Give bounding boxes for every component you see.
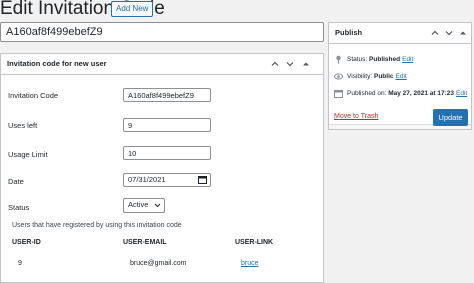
edit-status-link[interactable]: Edit [402,56,413,63]
metabox-title: Invitation code for new user [7,59,107,68]
publish-box: Publish Status: Published Edit Visibilit… [328,22,472,130]
chevron-down-icon[interactable] [285,59,295,69]
publish-date-row: Published on: May 27, 2021 at 17:23 Edit [334,89,467,98]
invitation-code-field[interactable] [123,88,211,102]
pin-icon [336,55,341,64]
published-label: Published on: [347,90,387,97]
chevron-up-icon[interactable] [270,59,280,69]
uses-left-label: Uses left [8,121,38,130]
add-new-button[interactable]: Add New [111,1,154,17]
edit-date-link[interactable]: Edit [456,90,467,97]
publish-header: Publish [329,23,471,44]
eye-icon [334,73,343,80]
move-to-trash-link[interactable]: Move to Trash [334,113,378,120]
chevron-up-icon[interactable] [430,28,440,38]
invitation-code-label: Invitation Code [8,91,59,100]
usage-limit-field[interactable] [123,146,211,160]
column-user-id: USER-ID [12,239,41,246]
chevron-down-icon[interactable] [444,28,454,38]
usage-limit-label: Usage Limit [8,150,48,159]
publish-visibility-row: Visibility: Public Edit [334,72,407,81]
users-registered-text: Users that have registered by using this… [12,222,182,229]
select-arrow-icon [154,200,161,214]
date-value: 07/31/2021 [128,175,166,184]
published-value: May 27, 2021 at 17:23 [388,90,454,97]
row-user-id: 9 [18,260,22,267]
column-user-email: USER-EMAIL [123,239,167,246]
invitation-code-metabox: Invitation code for new user Invitation … [0,53,324,283]
status-label: Status [8,203,30,212]
update-button[interactable]: Update [433,109,468,126]
collapse-arrow-icon[interactable] [301,59,311,69]
date-field[interactable]: 07/31/2021 [123,173,211,187]
collapse-arrow-icon[interactable] [458,28,468,38]
calendar-icon[interactable] [198,175,207,188]
publish-status-row: Status: Published Edit [334,55,413,64]
edit-visibility-link[interactable]: Edit [396,73,407,80]
visibility-value: Public [373,73,394,80]
date-label: Date [8,177,24,186]
status-select[interactable]: Active [123,198,165,213]
uses-left-field[interactable] [123,118,211,132]
metabox-header: Invitation code for new user [1,54,323,75]
calendar-icon [334,90,343,98]
row-user-email: bruce@gmail.com [130,260,187,267]
post-title-input[interactable] [0,22,324,42]
row-user-link[interactable]: bruce [241,260,259,267]
status-value: Published [369,56,401,63]
visibility-label: Visibility: [347,73,373,80]
column-user-link: USER-LINK [235,239,274,246]
status-label: Status: [347,56,368,63]
publish-title: Publish [335,28,363,37]
status-selected-value: Active [128,200,149,209]
